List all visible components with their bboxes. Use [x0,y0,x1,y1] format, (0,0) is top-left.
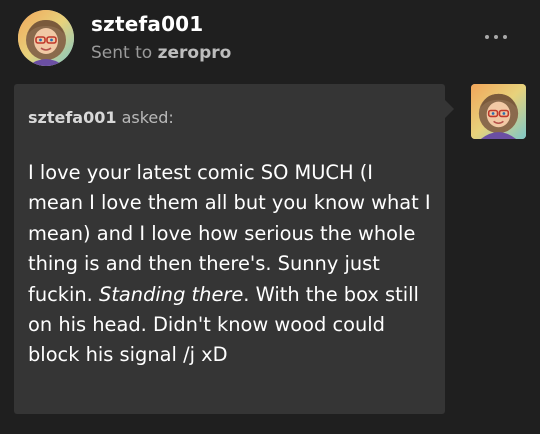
avatar-image [18,10,74,66]
post-username[interactable]: sztefa001 [91,12,203,36]
asker-avatar-image [471,84,526,139]
avatar[interactable] [18,10,74,66]
more-options-button[interactable] [478,26,514,48]
sent-to-label: Sent to [91,43,153,63]
asked-label: asked: [121,108,174,127]
ask-card-tail [445,100,454,118]
asker-name[interactable]: sztefa001 [28,108,117,127]
asker-line: sztefa001 asked: [28,108,174,127]
sent-to-line: Sent to zeropro [91,43,231,63]
recipient-link[interactable]: zeropro [158,43,232,63]
question-emphasis: Standing there [99,282,244,306]
asker-avatar[interactable] [471,84,526,139]
ask-card: sztefa001 asked: I love your latest comi… [14,84,445,414]
more-horizontal-icon [485,35,489,39]
more-horizontal-icon-dot [503,35,507,39]
ask-question: I love your latest comic SO MUCH (I mean… [28,158,433,371]
more-horizontal-icon-dot [494,35,498,39]
